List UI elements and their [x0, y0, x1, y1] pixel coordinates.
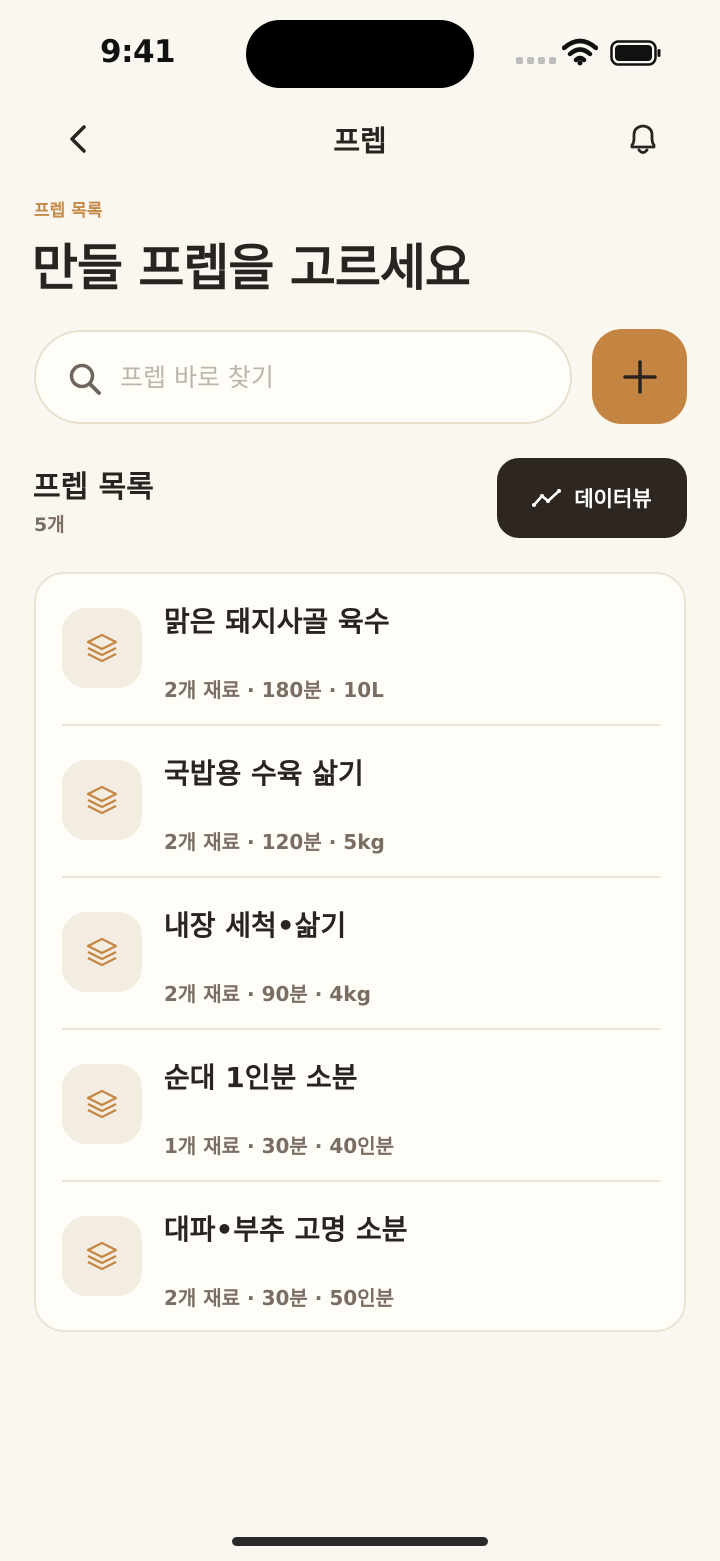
layers-icon: [86, 633, 118, 663]
item-icon-tile: [62, 608, 142, 688]
status-bar: 9:41: [0, 0, 720, 100]
battery-icon: [610, 40, 661, 66]
home-indicator[interactable]: [232, 1537, 488, 1546]
wifi-icon: [562, 38, 598, 66]
list-item[interactable]: 맑은 돼지사골 육수 2개 재료 · 180분 · 10L: [36, 574, 684, 726]
item-name: 대파•부추 고명 소분: [164, 1213, 408, 1246]
list-item[interactable]: 순대 1인분 소분 1개 재료 · 30분 · 40인분: [36, 1030, 684, 1182]
prep-list: 맑은 돼지사골 육수 2개 재료 · 180분 · 10L 국밥용 수육 삶기 …: [34, 572, 686, 1332]
item-name: 내장 세척•삶기: [164, 909, 347, 942]
search-bar[interactable]: [34, 330, 572, 424]
item-meta: 2개 재료 · 30분 · 50인분: [164, 1286, 394, 1310]
item-icon-tile: [62, 1216, 142, 1296]
page-eyebrow: 프렙 목록: [34, 201, 103, 221]
status-time: 9:41: [100, 34, 176, 70]
layers-icon: [86, 785, 118, 815]
item-icon-tile: [62, 1064, 142, 1144]
search-icon: [69, 363, 101, 395]
item-icon-tile: [62, 912, 142, 992]
section-count: 5개: [34, 514, 65, 536]
item-meta: 2개 재료 · 180분 · 10L: [164, 678, 384, 702]
page-title: 만들 프렙을 고르세요: [32, 239, 471, 297]
add-prep-button[interactable]: [592, 329, 687, 424]
item-icon-tile: [62, 760, 142, 840]
list-item[interactable]: 국밥용 수육 삶기 2개 재료 · 120분 · 5kg: [36, 726, 684, 878]
item-meta: 2개 재료 · 90분 · 4kg: [164, 982, 371, 1006]
layers-icon: [86, 1089, 118, 1119]
nav-title: 프렙: [333, 124, 387, 158]
list-item[interactable]: 대파•부추 고명 소분 2개 재료 · 30분 · 50인분: [36, 1182, 684, 1334]
section-title: 프렙 목록: [33, 470, 154, 505]
item-meta: 2개 재료 · 120분 · 5kg: [164, 830, 385, 854]
layers-icon: [86, 937, 118, 967]
layers-icon: [86, 1241, 118, 1271]
back-button[interactable]: [56, 117, 100, 161]
dataview-label: 데이터뷰: [574, 487, 652, 511]
back-chevron-icon: [70, 125, 86, 153]
cellular-signal-icon: [516, 57, 556, 64]
item-name: 국밥용 수육 삶기: [164, 757, 364, 790]
notifications-button[interactable]: [621, 117, 665, 161]
item-name: 순대 1인분 소분: [164, 1061, 358, 1094]
dataview-button[interactable]: 데이터뷰: [497, 458, 687, 538]
item-name: 맑은 돼지사골 육수: [164, 605, 390, 638]
trend-line-icon: [532, 489, 562, 507]
plus-icon: [622, 359, 657, 394]
search-input[interactable]: [120, 332, 550, 422]
bell-icon: [630, 124, 656, 154]
list-item[interactable]: 내장 세척•삶기 2개 재료 · 90분 · 4kg: [36, 878, 684, 1030]
item-meta: 1개 재료 · 30분 · 40인분: [164, 1134, 394, 1158]
dynamic-island: [246, 20, 474, 88]
